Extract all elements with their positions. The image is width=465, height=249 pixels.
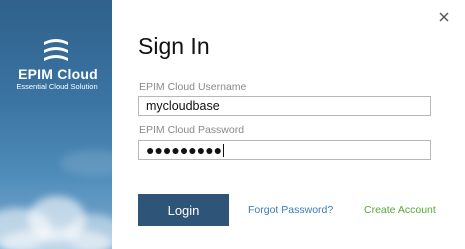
create-account-link[interactable]: Create Account [364,204,436,216]
brand-tagline: Essential Cloud Solution [16,82,98,91]
text-cursor [223,143,225,157]
password-label: EPIM Cloud Password [139,124,245,136]
username-field[interactable] [138,96,431,116]
page-title: Sign In [138,33,210,59]
password-field[interactable]: ●●●●●●●●● [138,140,431,160]
username-label: EPIM Cloud Username [139,81,247,93]
close-icon[interactable] [436,9,452,25]
brand-name: EPIM Cloud [18,66,98,82]
epim-logo-icon [44,39,68,61]
login-button[interactable]: Login [138,194,229,226]
cloud-decoration [60,150,112,176]
brand-sidebar: EPIM Cloud Essential Cloud Solution [0,0,112,249]
forgot-password-link[interactable]: Forgot Password? [248,204,333,216]
password-mask: ●●●●●●●●● [146,142,223,158]
